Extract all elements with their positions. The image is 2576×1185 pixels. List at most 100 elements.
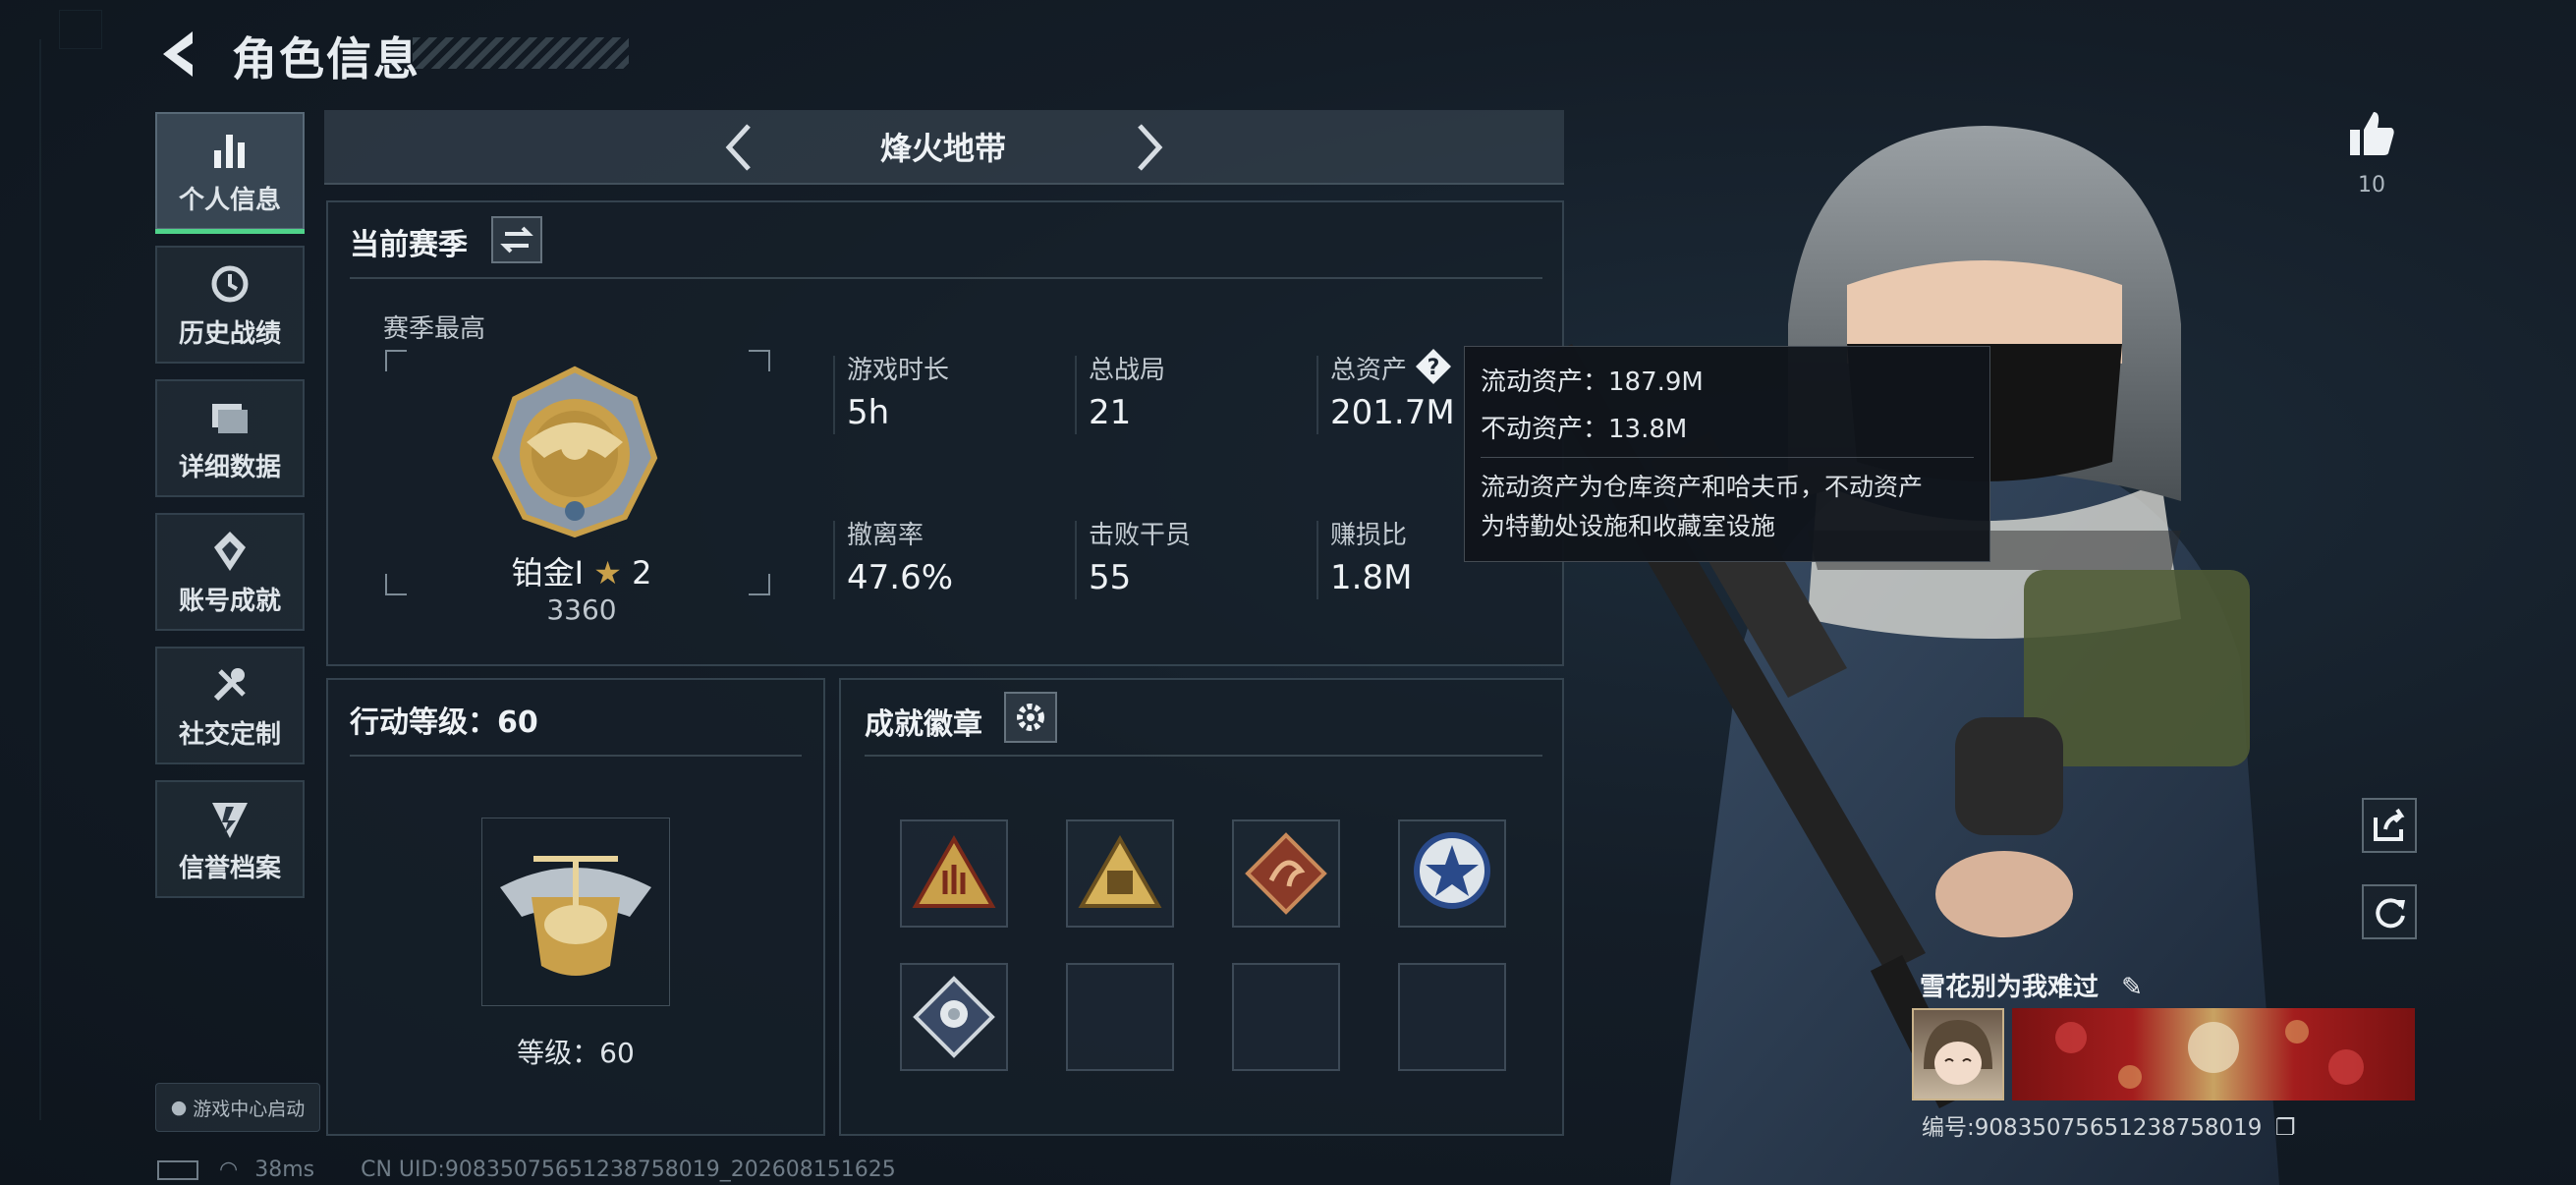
credit-icon [212,802,248,838]
cn-uid-line: CN UID:90835075651238758019_202608151625 [361,1157,896,1182]
dragon-badge-icon [1245,832,1327,915]
badge-slot[interactable] [1398,819,1506,928]
badge-slot[interactable] [1066,819,1174,928]
launch-label: 游戏中心启动 [193,1098,306,1120]
season-section-title: 当前赛季 [350,228,468,262]
sidebar-item-profile[interactable]: 个人信息 [155,112,305,234]
svg-text:?: ? [1428,356,1440,380]
tooltip-desc-line2: 为特勤处设施和收藏室设施 [1481,512,1776,540]
rose-badge-icon [913,976,995,1058]
assets-help-button[interactable]: ? [1415,348,1452,385]
chevron-left-icon [725,124,751,171]
back-arrow-icon [163,31,193,77]
copy-icon[interactable]: ❐ [2275,1115,2296,1141]
stat-separator [1075,521,1077,599]
season-swap-button[interactable] [491,216,542,263]
tools-icon [213,667,246,701]
sidebar-item-history[interactable]: 历史战绩 [155,246,305,364]
stat-separator [833,356,835,434]
next-mode-button[interactable] [1128,118,1171,177]
ping-value: 38ms [254,1157,315,1182]
rock-hand-badge-icon [912,834,996,908]
badge-slot[interactable] [900,963,1008,1071]
stat-value-playtime: 5h [847,393,890,432]
badge-slot[interactable] [1232,819,1340,928]
sidebar-item-social[interactable]: 社交定制 [155,647,305,764]
level-emblem-frame [481,818,670,1006]
level-title: 行动等级：60 [350,705,538,740]
stat-value-kills: 55 [1089,558,1132,597]
sidebar-item-label: 社交定制 [178,719,281,750]
status-bar: ◠ 38ms CN UID:90835075651238758019_20260… [157,1157,896,1182]
bar-chart-icon [214,134,245,168]
title-decoration [413,37,629,69]
rank-title: 铂金Ⅰ ★ 2 [503,548,660,593]
stat-label-playtime: 游戏时长 [847,356,950,385]
rank-emblem-icon [491,366,658,538]
edit-name-icon[interactable]: ✎ [2121,973,2143,1002]
stat-separator [833,521,835,599]
stat-value-profit-ratio: 1.8M [1330,558,1413,597]
sidebar-item-label: 个人信息 [178,185,281,215]
wifi-icon: ◠ [219,1157,239,1182]
corner-decoration [59,10,102,49]
question-icon: ? [1416,349,1451,384]
helicopter-emblem-icon [500,856,651,976]
share-button[interactable] [2362,798,2417,853]
section-divider [350,277,1542,279]
player-uid-row: 编号:90835075651238758019 ❐ [1922,1108,2295,1142]
star-shield-badge-icon [1414,832,1490,909]
game-center-launch-button[interactable]: ● 游戏中心启动 [155,1083,320,1132]
sidebar-item-details[interactable]: 详细数据 [155,379,305,497]
battery-icon [157,1160,198,1180]
stat-separator [1316,521,1318,599]
qq-icon: ● [170,1097,188,1118]
badge-settings-button[interactable] [1004,692,1057,743]
grid-line [39,39,41,1120]
sidebar-item-label: 信誉档案 [178,853,281,883]
history-icon [211,265,249,302]
stat-value-extract-rate: 47.6% [847,558,954,597]
like-button[interactable] [2344,106,2399,161]
fist-badge-icon [1078,834,1162,908]
back-button[interactable] [155,28,204,81]
rank-points: 3360 [546,593,617,626]
share-icon [2374,808,2405,841]
gear-icon [1017,704,1044,731]
stat-value-matches: 21 [1089,393,1132,432]
player-name: 雪花别为我难过 [1920,973,2100,1002]
name-card-banner [2012,1008,2415,1100]
stat-label-kills: 击败干员 [1089,521,1192,550]
badge-slot-empty[interactable] [1232,963,1340,1071]
swap-icon [500,226,533,254]
stat-value-assets: 201.7M [1330,393,1455,432]
avatar-image [1924,1020,1992,1085]
stat-separator [1075,356,1077,434]
prev-mode-button[interactable] [717,118,760,177]
refresh-button[interactable] [2362,884,2417,939]
tooltip-liquid-assets: 流动资产：187.9M [1481,367,1704,397]
tooltip-fixed-assets: 不动资产：13.8M [1481,415,1688,444]
stat-label-assets: 总资产 [1330,356,1408,385]
rank-name: 铂金Ⅰ [511,554,585,592]
rank-stars: 2 [632,554,652,592]
section-divider [350,755,802,757]
section-divider [865,755,1542,757]
player-name-row: 雪花别为我难过 ✎ [1920,967,2143,1003]
sidebar-item-achievements[interactable]: 账号成就 [155,513,305,631]
mode-title: 烽火地带 [879,130,1006,167]
folder-icon [212,403,248,433]
stat-separator [1316,356,1318,434]
badge-slot[interactable] [900,819,1008,928]
like-count: 10 [2358,173,2385,198]
level-label: 等级：60 [517,1037,635,1069]
star-icon: ★ [593,554,622,592]
sidebar-item-label: 历史战绩 [178,318,281,349]
avatar[interactable] [1912,1008,2004,1100]
badge-slot-empty[interactable] [1398,963,1506,1071]
tooltip-desc-line1: 流动资产为仓库资产和哈夫币，不动资产 [1481,473,1924,501]
sidebar-item-credit[interactable]: 信誉档案 [155,780,305,898]
player-uid: 编号:90835075651238758019 [1922,1115,2263,1141]
badge-slot-empty[interactable] [1066,963,1174,1071]
assets-tooltip: 流动资产：187.9M 不动资产：13.8M 流动资产为仓库资产和哈夫币，不动资… [1464,346,1990,562]
